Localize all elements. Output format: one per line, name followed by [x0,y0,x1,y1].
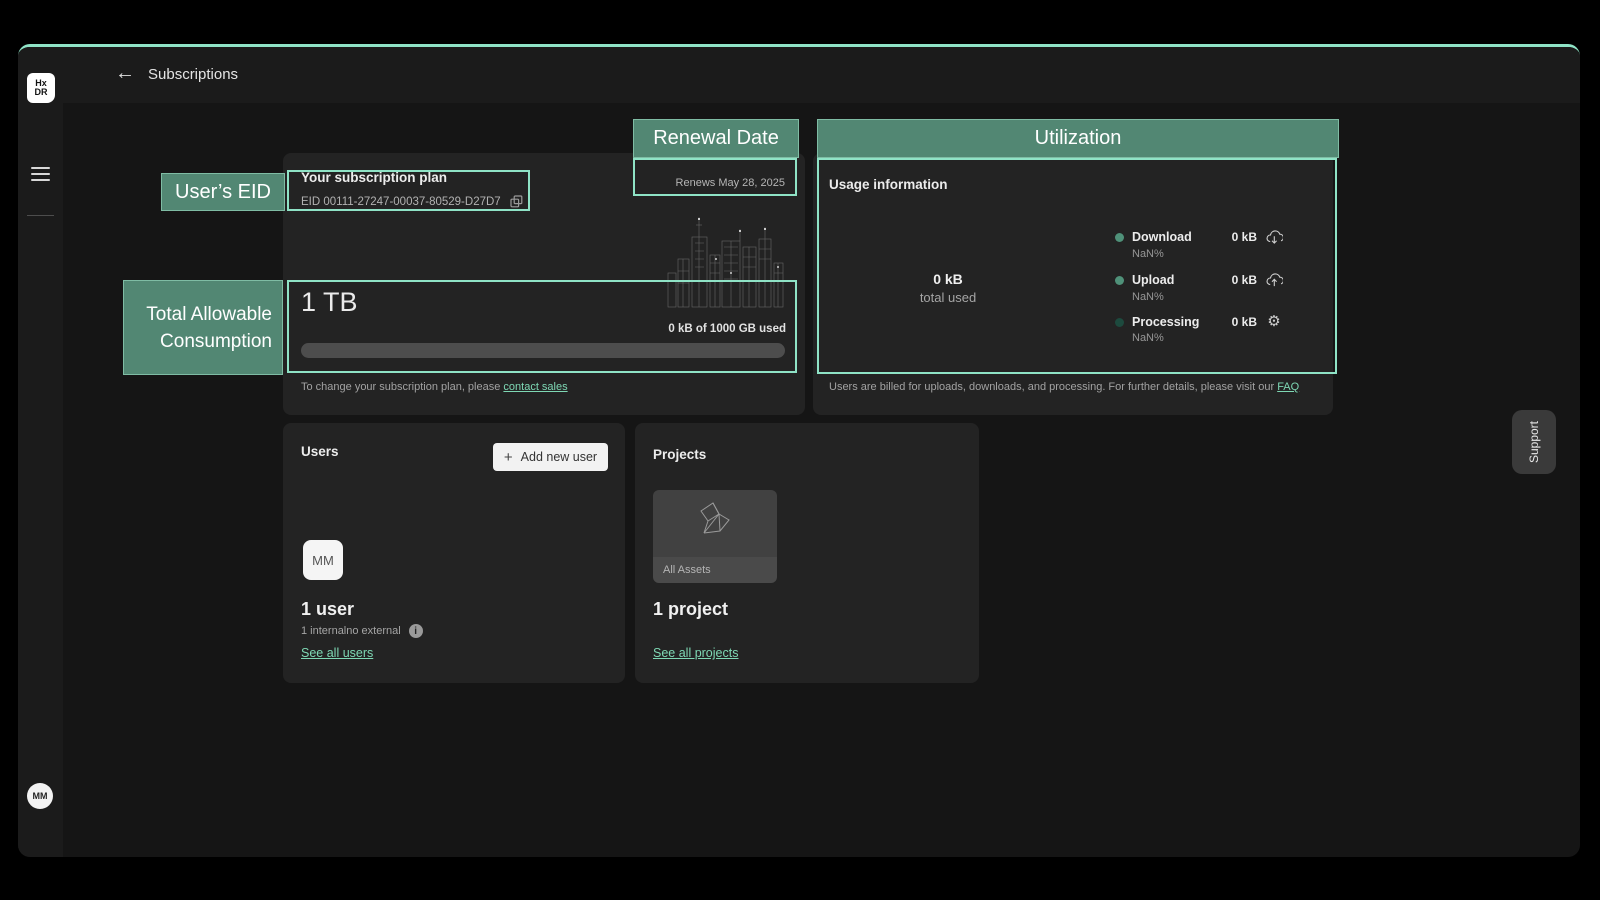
projects-card-title: Projects [653,447,706,462]
see-all-users-link[interactable]: See all users [301,646,373,660]
annotation-label-renewal-date: Renewal Date [633,119,799,158]
user-avatar[interactable]: MM [27,783,53,809]
app-window: ← Subscriptions Hx DR MM Your subscripti… [18,44,1580,857]
see-all-projects-link[interactable]: See all projects [653,646,738,660]
subscription-footer-text: To change your subscription plan, please [301,381,503,393]
support-tab-label: Support [1527,421,1541,463]
sidebar-divider [27,215,54,216]
users-card-title: Users [301,444,339,459]
utilization-footer: Users are billed for uploads, downloads,… [829,381,1339,393]
annotation-label-utilization: Utilization [817,119,1339,158]
add-new-user-label: Add new user [521,450,597,464]
annotation-box-utilization [817,158,1337,374]
menu-hamburger-icon[interactable] [31,167,50,181]
thumbnail-label: All Assets [653,557,777,583]
annotation-box-users-eid [287,170,530,211]
plus-icon: + [504,449,513,466]
project-count: 1 project [653,599,728,620]
member-avatar[interactable]: MM [303,540,343,580]
users-card: Users + Add new user MM 1 user 1 interna… [283,423,625,683]
info-icon[interactable]: i [409,624,423,638]
back-arrow-icon[interactable]: ← [115,62,135,85]
faq-link[interactable]: FAQ [1277,381,1299,393]
support-tab[interactable]: Support [1512,410,1556,474]
annotation-box-renewal-date [633,158,797,196]
add-new-user-button[interactable]: + Add new user [493,443,608,471]
topbar: ← Subscriptions [63,47,1580,103]
projects-card: Projects All Assets 1 project See all pr… [635,423,979,683]
wireframe-shape-icon [653,498,777,544]
utilization-footer-text: Users are billed for uploads, downloads,… [829,381,1277,393]
user-breakdown-text: 1 internalno external [301,625,401,637]
user-breakdown: 1 internalno external i [301,624,423,638]
annotation-label-total-allowable-consumption: Total Allowable Consumption [123,280,283,375]
subscription-footer: To change your subscription plan, please… [301,381,568,393]
contact-sales-link[interactable]: contact sales [503,381,567,393]
annotation-label-users-eid: User’s EID [161,173,285,211]
page-title: Subscriptions [148,66,238,83]
user-count: 1 user [301,599,354,620]
all-assets-thumbnail[interactable]: All Assets [653,490,777,583]
logo-line2: DR [35,88,48,98]
hxdr-logo-icon[interactable]: Hx DR [27,73,55,103]
annotation-box-total-allowable-consumption [287,280,797,373]
sidebar: Hx DR MM [18,47,63,857]
